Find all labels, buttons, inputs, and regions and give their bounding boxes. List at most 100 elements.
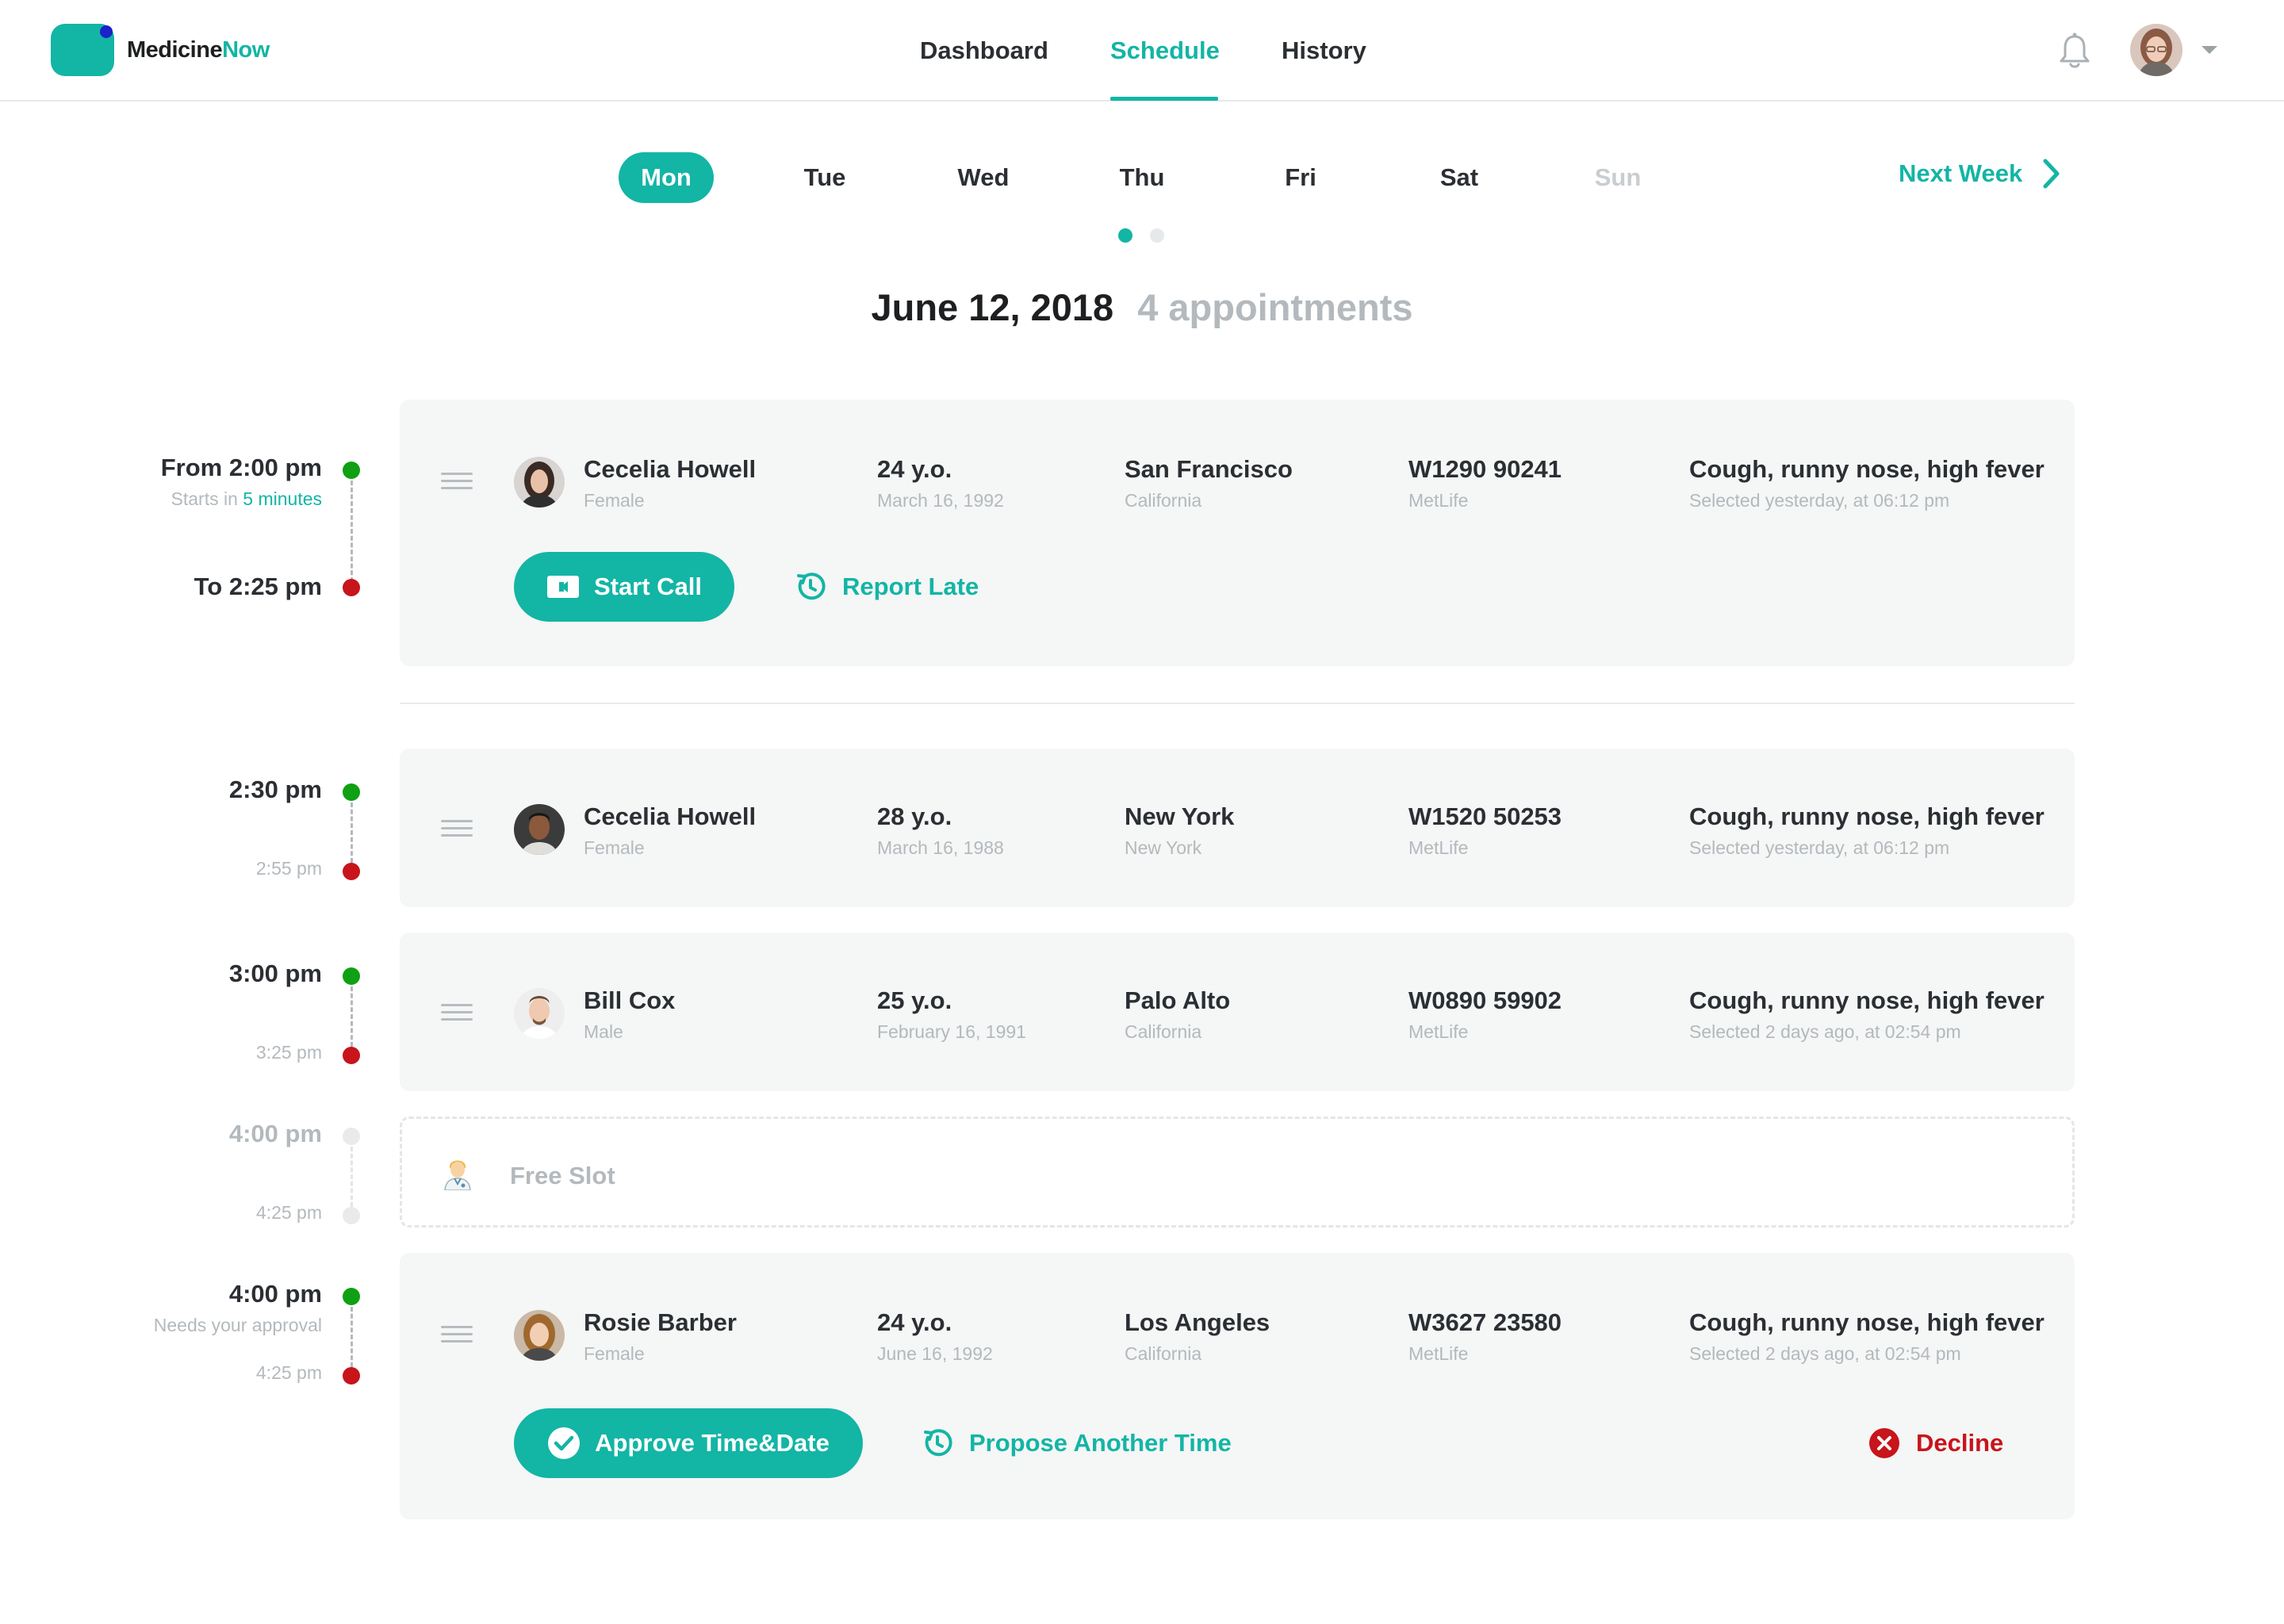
patient-age-info: 28 y.o. March 16, 1988 bbox=[877, 802, 1004, 859]
slot-1-note-highlight: 5 minutes bbox=[243, 488, 322, 509]
patient-city: New York bbox=[1125, 802, 1235, 830]
report-late-label: Report Late bbox=[842, 573, 979, 600]
insurance-policy: W0890 59902 bbox=[1408, 986, 1562, 1014]
day-thu[interactable]: Thu bbox=[1094, 152, 1190, 203]
drag-handle-icon[interactable] bbox=[441, 1326, 473, 1343]
slot-2-to: 2:55 pm bbox=[255, 858, 322, 879]
drag-handle-icon[interactable] bbox=[441, 820, 473, 837]
start-dot bbox=[343, 783, 360, 801]
appointment-card[interactable]: Rosie Barber Female 24 y.o. June 16, 199… bbox=[400, 1253, 2075, 1519]
top-bar: MedicineNow Dashboard Schedule History bbox=[0, 0, 2284, 102]
approve-button[interactable]: Approve Time&Date bbox=[514, 1408, 863, 1478]
timeline-connector bbox=[351, 1307, 353, 1367]
nav-schedule[interactable]: Schedule bbox=[1110, 36, 1220, 65]
start-dot bbox=[343, 462, 360, 479]
insurance-info: W0890 59902 MetLife bbox=[1408, 986, 1562, 1043]
end-dot bbox=[343, 1367, 360, 1385]
insurance-provider: MetLife bbox=[1408, 837, 1469, 858]
patient-city: San Francisco bbox=[1125, 455, 1293, 483]
main-nav: Dashboard Schedule History bbox=[0, 0, 2284, 102]
start-dot bbox=[343, 967, 360, 985]
end-dot bbox=[343, 863, 360, 880]
patient-gender: Female bbox=[584, 837, 645, 858]
appointment-card[interactable]: Cecelia Howell Female 24 y.o. March 16, … bbox=[400, 400, 2075, 666]
symptoms-info: Cough, runny nose, high fever Selected y… bbox=[1689, 802, 2044, 859]
patient-region: California bbox=[1125, 490, 1202, 511]
decline-button[interactable]: Decline bbox=[1868, 1427, 2003, 1459]
symptoms: Cough, runny nose, high fever bbox=[1689, 1308, 2044, 1336]
week-pager-dot[interactable] bbox=[1150, 228, 1164, 243]
day-tue[interactable]: Tue bbox=[777, 152, 872, 203]
patient-age: 28 y.o. bbox=[877, 802, 952, 830]
start-call-button[interactable]: Start Call bbox=[514, 552, 734, 622]
week-pager-dot-active[interactable] bbox=[1118, 228, 1132, 243]
patient-gender: Female bbox=[584, 490, 645, 511]
patient-age: 24 y.o. bbox=[877, 455, 952, 483]
day-mon[interactable]: Mon bbox=[619, 152, 714, 203]
patient-location: Palo Alto California bbox=[1125, 986, 1230, 1043]
day-fri[interactable]: Fri bbox=[1253, 152, 1348, 203]
bell-icon[interactable] bbox=[2057, 32, 2092, 70]
patient-age: 24 y.o. bbox=[877, 1308, 952, 1336]
insurance-info: W1520 50253 MetLife bbox=[1408, 802, 1562, 859]
patient-location: New York New York bbox=[1125, 802, 1234, 859]
insurance-policy: W1290 90241 bbox=[1408, 455, 1562, 483]
start-dot bbox=[343, 1288, 360, 1305]
day-wed[interactable]: Wed bbox=[936, 152, 1031, 203]
patient-info: Bill Cox Male bbox=[584, 986, 675, 1043]
propose-another-time-button[interactable]: Propose Another Time bbox=[922, 1427, 1232, 1459]
insurance-provider: MetLife bbox=[1408, 1021, 1469, 1042]
day-sat[interactable]: Sat bbox=[1412, 152, 1507, 203]
nav-history[interactable]: History bbox=[1282, 36, 1366, 65]
end-dot bbox=[343, 1047, 360, 1064]
chevron-right-icon bbox=[2043, 159, 2060, 189]
patient-region: California bbox=[1125, 1343, 1202, 1364]
patient-location: Los Angeles California bbox=[1125, 1308, 1270, 1365]
clock-refresh-icon bbox=[797, 573, 826, 600]
next-week-button[interactable]: Next Week bbox=[1899, 159, 2060, 189]
insurance-info: W1290 90241 MetLife bbox=[1408, 455, 1562, 511]
decline-label: Decline bbox=[1916, 1429, 2004, 1457]
patient-info: Cecelia Howell Female bbox=[584, 802, 756, 859]
drag-handle-icon[interactable] bbox=[441, 1004, 473, 1021]
symptoms: Cough, runny nose, high fever bbox=[1689, 986, 2044, 1014]
free-start-dot bbox=[343, 1128, 360, 1145]
patient-city: Los Angeles bbox=[1125, 1308, 1270, 1336]
insurance-policy: W3627 23580 bbox=[1408, 1308, 1562, 1336]
patient-name: Cecelia Howell bbox=[584, 802, 757, 830]
nav-dashboard[interactable]: Dashboard bbox=[920, 36, 1048, 65]
slot-5-to: 4:25 pm bbox=[255, 1362, 322, 1383]
patient-region: New York bbox=[1125, 837, 1202, 858]
appointment-card[interactable]: Bill Cox Male 25 y.o. February 16, 1991 … bbox=[400, 933, 2075, 1091]
close-circle-icon bbox=[1869, 1428, 1899, 1458]
slot-1-from: From 2:00 pm bbox=[160, 454, 322, 481]
day-sun: Sun bbox=[1594, 163, 1642, 191]
symptoms-info: Cough, runny nose, high fever Selected y… bbox=[1689, 455, 2044, 511]
patient-age-info: 25 y.o. February 16, 1991 bbox=[877, 986, 1026, 1043]
video-camera-icon bbox=[546, 576, 579, 598]
selected-time: Selected yesterday, at 06:12 pm bbox=[1689, 837, 1950, 858]
appointment-card[interactable]: Cecelia Howell Female 28 y.o. March 16, … bbox=[400, 749, 2075, 907]
start-call-label: Start Call bbox=[593, 573, 703, 600]
free-slot-label: Free Slot bbox=[510, 1162, 615, 1189]
slot-3-to: 3:25 pm bbox=[255, 1042, 322, 1063]
report-late-button[interactable]: Report Late bbox=[795, 571, 979, 603]
patient-name: Bill Cox bbox=[584, 986, 676, 1014]
free-slot-card[interactable]: Free Slot bbox=[400, 1116, 2075, 1228]
symptoms-info: Cough, runny nose, high fever Selected 2… bbox=[1689, 1308, 2044, 1365]
appointments-count: 4 appointments bbox=[1137, 286, 1413, 328]
patient-dob: February 16, 1991 bbox=[877, 1021, 1026, 1042]
chevron-down-icon[interactable] bbox=[2202, 46, 2217, 54]
drag-handle-icon[interactable] bbox=[441, 473, 473, 490]
insurance-policy: W1520 50253 bbox=[1408, 802, 1562, 830]
schedule-heading: June 12, 2018 4 appointments bbox=[0, 285, 2284, 329]
insurance-info: W3627 23580 MetLife bbox=[1408, 1308, 1562, 1365]
slot-3-from: 3:00 pm bbox=[228, 959, 322, 987]
user-avatar[interactable] bbox=[2130, 24, 2182, 76]
symptoms: Cough, runny nose, high fever bbox=[1689, 802, 2044, 830]
patient-city: Palo Alto bbox=[1125, 986, 1231, 1014]
patient-region: California bbox=[1125, 1021, 1202, 1042]
timeline-connector bbox=[351, 802, 353, 863]
next-week-label: Next Week bbox=[1899, 159, 2023, 187]
patient-name: Cecelia Howell bbox=[584, 455, 757, 483]
